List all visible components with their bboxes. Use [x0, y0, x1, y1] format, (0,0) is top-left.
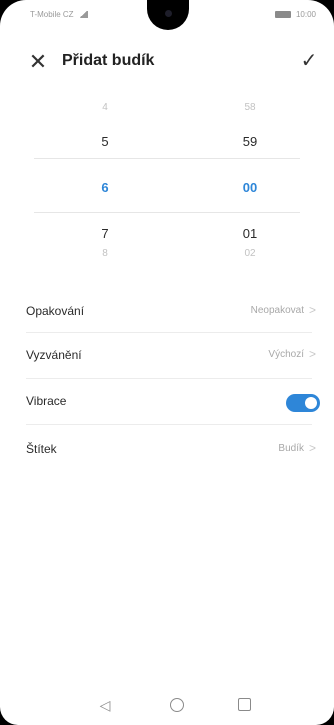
hour-option[interactable]: 4 [65, 102, 145, 113]
divider [26, 378, 312, 379]
chevron-right-icon: > [308, 303, 316, 317]
minute-option[interactable]: 02 [210, 248, 290, 259]
vibration-toggle[interactable] [286, 394, 320, 412]
battery-icon [274, 11, 291, 19]
page-title: Přidat budík [62, 52, 155, 69]
status-right: 10:00 [274, 10, 316, 19]
picker-selection-line-top [34, 158, 300, 159]
tag-row[interactable]: Štítek Budík > [0, 432, 334, 472]
confirm-button[interactable]: ✓ [296, 48, 322, 74]
status-time: 10:00 [295, 10, 316, 19]
toggle-knob [305, 397, 317, 409]
ringtone-value: Výchozí [268, 349, 304, 360]
repeat-row[interactable]: Opakování Neopakovat > [0, 294, 334, 334]
camera-icon [165, 10, 172, 17]
close-button[interactable]: ✕ [26, 50, 50, 74]
phone-screen: T-Mobile CZ 10:00 ✕ Přidat budík ✓ 4 5 6… [0, 0, 334, 725]
repeat-value: Neopakovat [250, 305, 304, 316]
carrier-name: T-Mobile CZ [30, 10, 74, 19]
divider [26, 424, 312, 425]
hour-option[interactable]: 5 [65, 134, 145, 149]
ringtone-row[interactable]: Vyzvánění Výchozí > [0, 338, 334, 378]
selected-hour[interactable]: 6 [65, 180, 145, 195]
tag-label: Štítek [26, 442, 57, 456]
navigation-bar: ◁ [0, 692, 334, 720]
status-bar: T-Mobile CZ 10:00 [0, 0, 334, 36]
camera-notch [147, 0, 189, 30]
back-triangle-icon[interactable]: ◁ [96, 696, 114, 714]
home-circle-icon[interactable] [170, 698, 184, 712]
close-icon: ✕ [28, 49, 48, 74]
time-picker[interactable]: 4 5 6 7 8 58 59 00 01 02 [0, 96, 334, 266]
hour-option[interactable]: 8 [65, 248, 145, 259]
chevron-right-icon: > [308, 441, 316, 455]
repeat-label: Opakování [26, 304, 85, 318]
selected-minute[interactable]: 00 [210, 180, 290, 195]
minute-option[interactable]: 58 [210, 102, 290, 113]
minute-option[interactable]: 01 [210, 226, 290, 241]
signal-icon [77, 11, 88, 19]
vibration-row[interactable]: Vibrace [0, 384, 334, 424]
recent-square-icon[interactable] [238, 698, 251, 711]
hour-option[interactable]: 7 [65, 226, 145, 241]
tag-value: Budík [278, 443, 304, 454]
chevron-right-icon: > [308, 347, 316, 361]
ringtone-label: Vyzvánění [26, 348, 82, 362]
minute-option[interactable]: 59 [210, 134, 290, 149]
vibration-label: Vibrace [26, 394, 67, 408]
carrier-indicator: T-Mobile CZ [30, 10, 88, 19]
check-icon: ✓ [300, 50, 318, 72]
divider [26, 332, 312, 333]
header: ✕ Přidat budík ✓ [0, 42, 334, 82]
picker-selection-line-bottom [34, 212, 300, 213]
